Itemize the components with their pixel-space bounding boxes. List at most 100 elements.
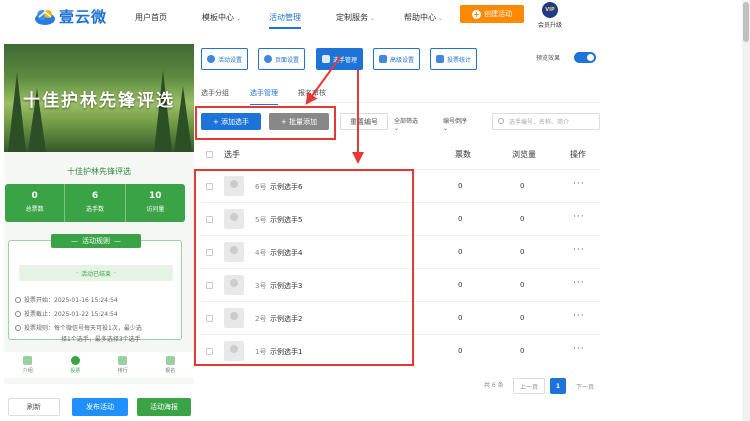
view-count: 0 [520, 347, 525, 355]
publish-button[interactable]: 发布活动 [72, 398, 128, 416]
plus-icon: + [472, 9, 481, 19]
player-search-input[interactable]: 选手编号、名称、简介 [492, 113, 600, 130]
nav-help-center[interactable]: 帮助中心 ⌄ [404, 12, 443, 23]
vote-statistics-button[interactable]: 投票统计 [430, 48, 478, 70]
create-activity-button[interactable]: + 创建活动 [460, 5, 524, 23]
col-views: 浏览量 [512, 150, 536, 159]
order-select[interactable]: 编号倒序 ⌄ [443, 116, 467, 132]
select-all-checkbox[interactable] [206, 151, 213, 158]
tree-shape [8, 72, 26, 152]
vip-badge-icon: VIP [542, 2, 558, 18]
chevron-down-icon: ⌄ [394, 125, 400, 132]
preview-effect-toggle[interactable] [574, 52, 596, 63]
col-votes: 票数 [455, 150, 471, 159]
vote-count: 0 [458, 182, 463, 190]
more-icon[interactable]: ··· [573, 245, 585, 255]
tab-rank[interactable]: 排行 [99, 352, 147, 378]
tab-player-groups[interactable]: 选手分组 [201, 88, 229, 98]
top-nav: 壹云微 用户首页 模板中心 ⌄ 活动管理 定制服务 ⌄ 帮助中心 ⌄ + 创建活动 V… [0, 0, 742, 38]
prev-page-button[interactable]: 上一页 [513, 378, 545, 394]
rule-text: 投票开始：2025-01-16 15:24:54 [24, 297, 118, 304]
table-header: 选手 票数 浏览量 操作 [200, 143, 600, 165]
stat-value: 10 [149, 191, 162, 201]
stat-value: 6 [91, 191, 99, 201]
button-label: 高级设置 [390, 56, 415, 64]
tabs-divider [200, 102, 600, 103]
more-icon[interactable]: ··· [573, 311, 585, 321]
clock-icon [15, 297, 21, 303]
vote-count: 0 [458, 215, 463, 223]
view-count: 0 [520, 281, 525, 289]
nav-home[interactable]: 用户首页 [135, 12, 167, 23]
brand-name: 壹云微 [59, 8, 108, 26]
chevron-down-icon: ⌄ [370, 15, 376, 22]
page-scrollbar[interactable] [742, 0, 750, 421]
rules-title: — 活动规则 — [51, 234, 141, 248]
button-label: 活动设置 [218, 56, 243, 64]
view-count: 0 [520, 248, 525, 256]
nav-templates-label: 模板中心 [202, 13, 234, 22]
banner-title: 十佳护林先锋评选 [23, 91, 175, 111]
vote-count: 0 [458, 281, 463, 289]
page-number-button[interactable]: 1 [550, 378, 566, 394]
stat-visits: 10 访问量 [126, 184, 185, 222]
next-page-button[interactable]: 下一页 [570, 378, 600, 394]
total-count: 共 6 条 [484, 382, 504, 389]
activity-settings-button[interactable]: 活动设置 [201, 48, 249, 70]
search-placeholder: 选手编号、名称、简介 [509, 119, 570, 126]
chevron-down-icon: ⌄ [236, 15, 242, 22]
vip-upgrade-label: 会员升级 [537, 22, 562, 29]
activity-title: 十佳护林先锋评选 [67, 167, 131, 176]
search-icon [498, 118, 504, 124]
poster-button[interactable]: 活动海报 [137, 398, 191, 416]
button-label: 选手管理 [333, 56, 358, 64]
more-icon[interactable]: ··· [573, 344, 585, 354]
nav-custom-service[interactable]: 定制服务 ⌄ [336, 12, 375, 23]
button-label: 页面设置 [275, 56, 300, 64]
page-settings-button[interactable]: 页面设置 [258, 48, 306, 70]
nav-templates[interactable]: 模板中心 ⌄ [202, 12, 241, 23]
more-icon[interactable]: ··· [573, 179, 585, 189]
stat-label: 选手数 [85, 206, 104, 213]
logo[interactable]: 壹云微 [34, 6, 107, 27]
advanced-settings-button[interactable]: 高级设置 [373, 48, 421, 70]
vote-icon [70, 356, 80, 365]
tree-shape [154, 70, 172, 152]
scrollbar-thumb[interactable] [743, 2, 749, 42]
nav-help-center-label: 帮助中心 [404, 13, 436, 22]
refresh-button[interactable]: 刷新 [8, 398, 60, 416]
tab-intro[interactable]: 介绍 [4, 352, 52, 378]
more-icon[interactable]: ··· [573, 212, 585, 222]
renumber-button[interactable]: 重置编号 [340, 113, 388, 130]
gear-icon [264, 55, 272, 63]
vote-count: 0 [458, 248, 463, 256]
view-count: 0 [520, 215, 525, 223]
filter-label: 全部筛选 [394, 118, 419, 125]
clock-icon [15, 311, 21, 317]
button-label: 投票统计 [447, 56, 472, 64]
order-label: 编号倒序 [443, 118, 468, 125]
rule-vote-rule: 投票规则：每个微信号每天可投1次，最少选 [15, 323, 142, 332]
activity-status: · 活动已结束 · [19, 265, 173, 281]
chevron-down-icon: ⌄ [438, 15, 444, 22]
tab-player-management[interactable]: 选手管理 [250, 88, 278, 105]
tab-signup-review[interactable]: 报名审核 [298, 88, 326, 98]
more-icon[interactable]: ··· [573, 278, 585, 288]
tab-signup[interactable]: 报名 [147, 352, 195, 378]
stat-player-count: 6 选手数 [65, 184, 126, 222]
medal-icon [118, 356, 128, 365]
tab-vote[interactable]: 投票 [52, 352, 100, 378]
intro-icon [23, 356, 33, 365]
col-player: 选手 [224, 150, 240, 159]
nav-activity-management[interactable]: 活动管理 [269, 12, 301, 29]
tab-label: 介绍 [22, 368, 33, 374]
banner-image: 十佳护林先锋评选 [4, 44, 194, 152]
bar-chart-icon [436, 55, 444, 63]
rule-end-time: 投票截止：2025-01-22 15:24:54 [15, 309, 118, 318]
vip-upgrade[interactable]: VIP 会员升级 [535, 2, 565, 29]
view-count: 0 [520, 182, 525, 190]
rule-start-time: 投票开始：2025-01-16 15:24:54 [15, 295, 118, 304]
filter-all-select[interactable]: 全部筛选 ⌄ [394, 116, 418, 132]
tab-label: 排行 [117, 368, 128, 374]
player-management-button[interactable]: 选手管理 [316, 48, 364, 70]
